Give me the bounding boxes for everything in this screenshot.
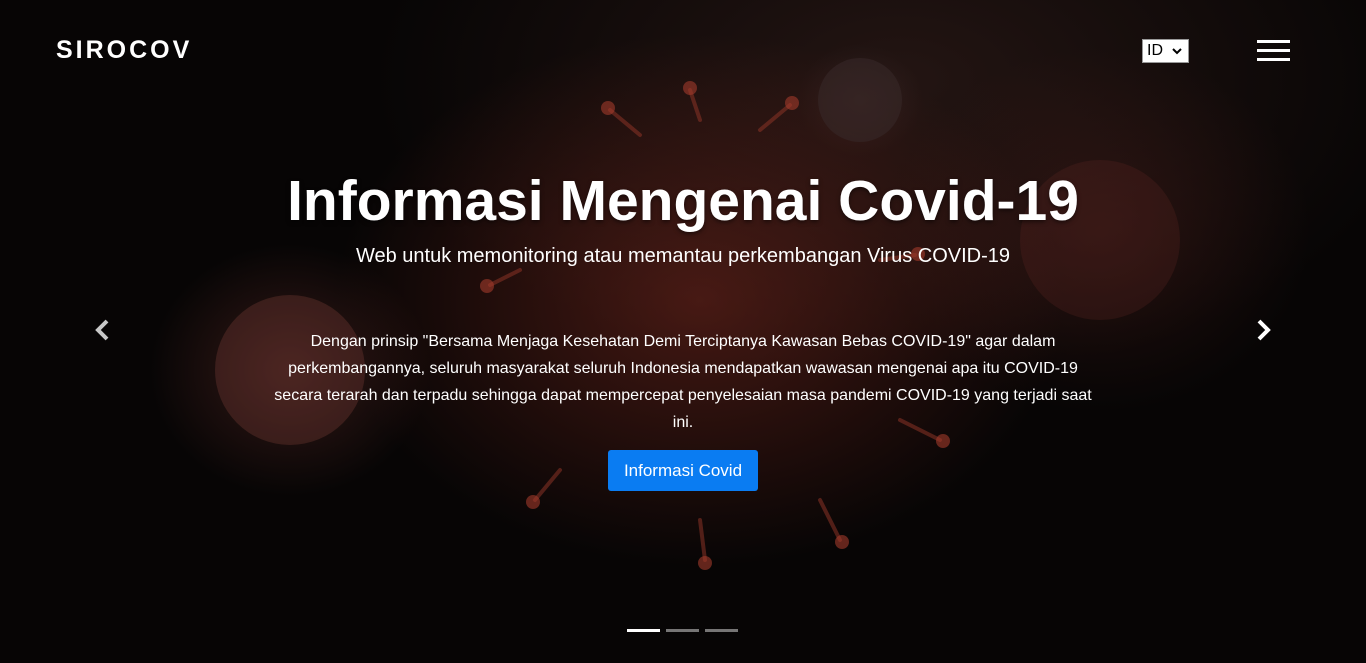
hero-description: Dengan prinsip "Bersama Menjaga Kesehata…: [274, 333, 1092, 431]
carousel-indicator-3[interactable]: [705, 629, 738, 632]
carousel-indicators: [627, 629, 744, 632]
language-select[interactable]: ID: [1142, 39, 1189, 63]
brand-logo[interactable]: SIROCOV: [56, 36, 192, 65]
hamburger-menu-icon[interactable]: [1257, 40, 1290, 62]
informasi-covid-button[interactable]: Informasi Covid: [608, 450, 758, 491]
hamburger-line: [1257, 58, 1290, 61]
chevron-down-icon: [1172, 48, 1182, 55]
hero-carousel: SIROCOV ID Informasi Mengenai Covid-19 W…: [0, 0, 1366, 663]
hamburger-line: [1257, 49, 1290, 52]
hero-subtitle: Web untuk memonitoring atau memantau per…: [355, 245, 1011, 267]
chevron-left-icon[interactable]: [92, 318, 112, 342]
carousel-indicator-1[interactable]: [627, 629, 660, 632]
language-select-value: ID: [1147, 42, 1163, 59]
hero-title: Informasi Mengenai Covid-19: [287, 169, 1079, 233]
hamburger-line: [1257, 40, 1290, 43]
chevron-right-icon[interactable]: [1254, 318, 1274, 342]
navbar: SIROCOV ID: [0, 0, 1366, 100]
carousel-indicator-2[interactable]: [666, 629, 699, 632]
